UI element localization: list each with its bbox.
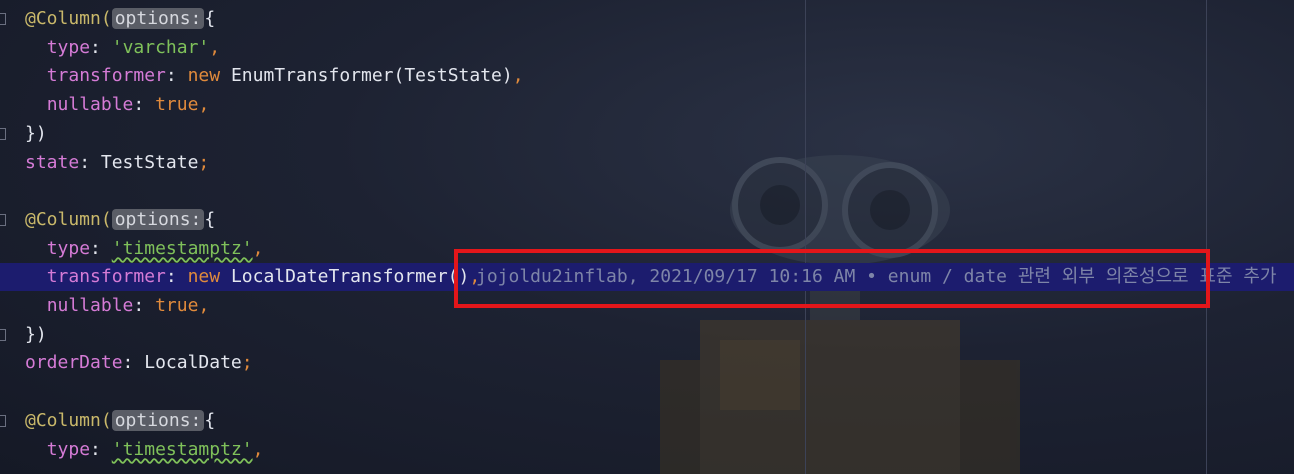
string-value: 'timestamptz' <box>111 237 253 259</box>
string-value: 'varchar' <box>111 36 210 58</box>
boolean-value: true <box>155 295 199 316</box>
code-line[interactable]: @Column(options:{ <box>0 5 1294 33</box>
constructor-call: LocalDateTransformer() <box>230 266 470 288</box>
comma: , <box>512 65 524 87</box>
code-line[interactable]: }) <box>0 120 1294 148</box>
decorator-name: @Column( <box>25 409 112 431</box>
field-type: LocalDate <box>144 352 242 374</box>
property-key: transformer <box>46 266 166 288</box>
code-line[interactable]: }) <box>0 321 1294 349</box>
new-keyword: new <box>187 266 221 288</box>
field-name: orderDate <box>25 352 123 374</box>
closing-brace: }) <box>25 323 47 345</box>
property-key: type <box>46 36 91 58</box>
brace: { <box>204 409 216 431</box>
code-line[interactable] <box>0 378 1294 406</box>
colon: : <box>90 438 112 460</box>
parameter-hint: options: <box>111 208 205 230</box>
code-text: @Column(options:{ <box>25 5 215 33</box>
property-key: type <box>46 438 91 460</box>
brace: { <box>204 208 216 230</box>
code-text: }) <box>25 321 47 349</box>
code-text: }) <box>25 120 47 148</box>
property-key: transformer <box>46 65 166 87</box>
fold-marker-icon[interactable] <box>0 13 6 25</box>
colon: : <box>165 266 188 288</box>
boolean-value: true <box>155 94 199 116</box>
code-text: type: 'timestamptz', <box>25 235 264 263</box>
fold-end-icon[interactable] <box>0 127 6 140</box>
code-line[interactable]: @Column(options:{ <box>0 206 1294 234</box>
colon: : <box>165 65 188 87</box>
colon: : <box>90 237 112 259</box>
semicolon: ; <box>241 352 253 374</box>
colon: : <box>133 94 156 116</box>
code-line[interactable]: type: 'varchar', <box>0 34 1294 62</box>
comma: , <box>198 94 210 116</box>
comma: , <box>252 237 264 259</box>
blame-highlight-box <box>454 249 1210 308</box>
code-text: type: 'varchar', <box>25 34 220 62</box>
closing-brace: }) <box>25 122 47 144</box>
comma: , <box>252 438 264 460</box>
constructor-call: EnumTransformer(TestState) <box>230 65 513 87</box>
brace: { <box>204 8 216 29</box>
colon: : <box>122 352 145 374</box>
field-type: TestState <box>100 151 199 173</box>
code-line[interactable]: orderDate: LocalDate; <box>0 349 1294 377</box>
code-text: orderDate: LocalDate; <box>25 349 253 377</box>
decorator-name: @Column( <box>25 208 112 230</box>
colon: : <box>133 295 156 316</box>
fold-end-icon[interactable] <box>0 328 6 341</box>
code-text: nullable: true, <box>25 292 210 320</box>
code-text: transformer: new LocalDateTransformer(), <box>25 263 481 291</box>
fold-marker-icon[interactable] <box>0 213 6 226</box>
code-line[interactable]: @Column(options:{ <box>0 407 1294 435</box>
code-text: type: 'timestamptz', <box>25 436 264 464</box>
code-text: transformer: new EnumTransformer(TestSta… <box>25 62 524 90</box>
code-line[interactable]: state: TestState; <box>0 149 1294 177</box>
new-keyword: new <box>187 65 221 87</box>
code-line[interactable]: nullable: true, <box>0 91 1294 119</box>
field-name: state <box>25 151 80 173</box>
decorator-name: @Column( <box>25 8 112 29</box>
code-line[interactable] <box>0 177 1294 205</box>
code-text: nullable: true, <box>25 91 210 119</box>
property-key: nullable <box>46 295 134 316</box>
parameter-hint: options: <box>111 8 205 29</box>
fold-marker-icon[interactable] <box>0 414 6 427</box>
code-text: @Column(options:{ <box>25 407 215 435</box>
parameter-hint: options: <box>111 409 205 431</box>
code-text: state: TestState; <box>25 149 209 177</box>
comma: , <box>198 295 210 316</box>
code-line[interactable]: transformer: new EnumTransformer(TestSta… <box>0 62 1294 90</box>
code-text: @Column(options:{ <box>25 206 215 234</box>
colon: : <box>79 151 101 173</box>
property-key: nullable <box>46 94 134 116</box>
property-key: type <box>46 237 91 259</box>
code-line[interactable]: type: 'timestamptz', <box>0 436 1294 464</box>
colon: : <box>90 36 112 58</box>
comma: , <box>209 36 221 58</box>
semicolon: ; <box>198 151 210 173</box>
string-value: 'timestamptz' <box>111 438 253 460</box>
